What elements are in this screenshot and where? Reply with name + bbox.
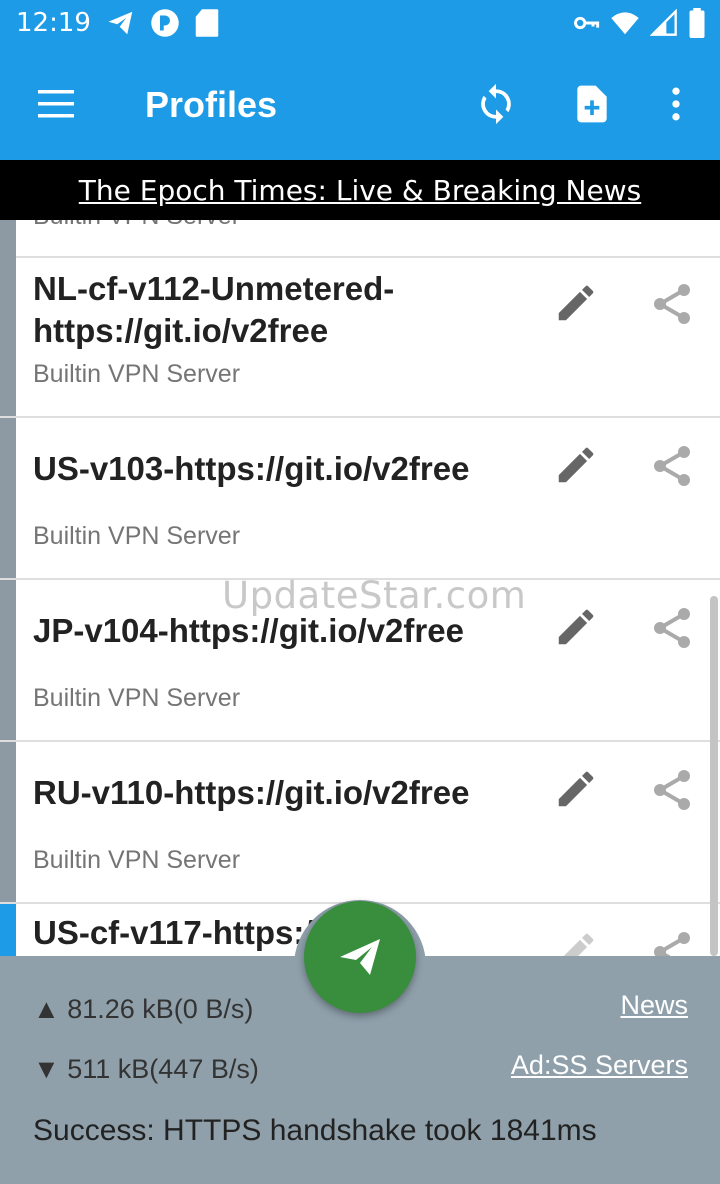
- more-options-icon[interactable]: [654, 82, 698, 126]
- telegram-icon: [108, 11, 133, 35]
- paper-plane-icon: [340, 939, 380, 975]
- share-icon[interactable]: [648, 442, 696, 490]
- connect-button[interactable]: [304, 901, 416, 1013]
- sd-card-icon: [195, 9, 219, 37]
- download-arrow-icon: ▼: [33, 1054, 68, 1084]
- profile-type: Builtin VPN Server: [33, 846, 241, 874]
- app-notification-icon: [151, 9, 179, 37]
- signal-icon: [650, 9, 677, 36]
- ad-banner-link[interactable]: The Epoch Times: Live & Breaking News: [79, 174, 641, 207]
- profile-name: RU-v110-https://git.io/v2free: [33, 774, 470, 811]
- profile-name: US-cf-v117-https://git.io: [33, 914, 402, 951]
- status-bar: 12:19: [0, 0, 720, 48]
- ad-banner[interactable]: The Epoch Times: Live & Breaking News: [0, 160, 720, 220]
- share-icon[interactable]: [648, 766, 696, 814]
- vpn-key-icon: [574, 16, 600, 30]
- battery-icon: [689, 8, 705, 38]
- status-message: Success: HTTPS handshake took 1841ms: [33, 1114, 597, 1147]
- list-item[interactable]: NL-cf-v112-Unmetered-https://git.io/v2fr…: [0, 256, 720, 418]
- list-item[interactable]: RU-v110-https://git.io/v2free Builtin VP…: [0, 742, 720, 904]
- wifi-icon: [611, 12, 639, 35]
- profile-type: Builtin VPN Server: [33, 522, 241, 550]
- refresh-icon[interactable]: [474, 82, 518, 126]
- edit-icon[interactable]: [553, 604, 599, 650]
- upload-stat: ▲ 81.26 kB(0 B/s): [33, 994, 254, 1024]
- profile-type: Builtin VPN Server: [33, 360, 241, 388]
- profile-type: Builtin VPN Server: [33, 684, 241, 712]
- list-item[interactable]: Builtin VPN Server: [0, 220, 720, 258]
- share-icon[interactable]: [648, 604, 696, 652]
- edit-icon[interactable]: [553, 766, 599, 812]
- menu-icon[interactable]: [36, 84, 76, 124]
- page-title: Profiles: [145, 84, 278, 125]
- ss-servers-link[interactable]: Ad:SS Servers: [511, 1050, 688, 1081]
- app-toolbar: Profiles: [0, 48, 720, 160]
- profile-type: Builtin VPN Server: [33, 220, 240, 231]
- news-link[interactable]: News: [620, 990, 688, 1021]
- status-time: 12:19: [16, 8, 91, 38]
- list-scrollbar[interactable]: [710, 596, 718, 956]
- add-file-icon[interactable]: [570, 82, 614, 126]
- list-item[interactable]: US-v103-https://git.io/v2free Builtin VP…: [0, 418, 720, 580]
- watermark: UpdateStar.com: [222, 574, 527, 617]
- profile-name: US-v103-https://git.io/v2free: [33, 450, 470, 487]
- upload-arrow-icon: ▲: [33, 994, 68, 1024]
- profile-name: NL-cf-v112-Unmetered-https://git.io/v2fr…: [33, 270, 395, 349]
- edit-icon[interactable]: [553, 280, 599, 326]
- edit-icon[interactable]: [553, 442, 599, 488]
- share-icon[interactable]: [648, 280, 696, 328]
- download-stat: ▼ 511 kB(447 B/s): [33, 1054, 259, 1084]
